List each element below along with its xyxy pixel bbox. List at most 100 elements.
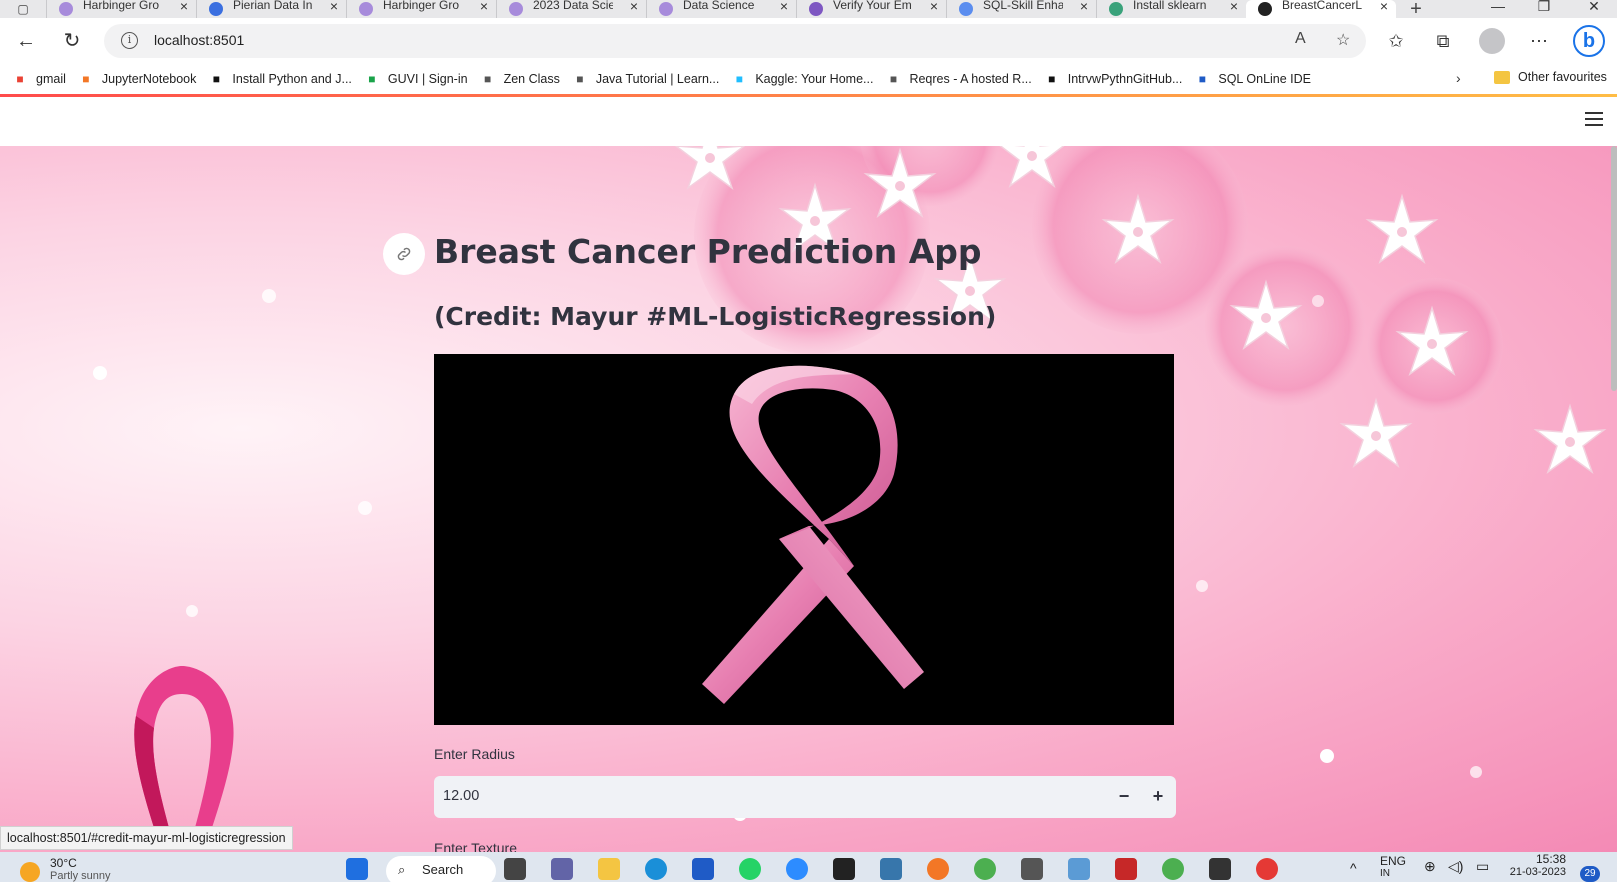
browser-tab[interactable]: BreastCancerL × (1246, 0, 1396, 18)
favorites-icon[interactable]: ✩ (1383, 28, 1409, 54)
address-url[interactable]: localhost:8501 (154, 32, 244, 48)
bookmark-item[interactable]: ■ Install Python and J... (208, 71, 352, 87)
cmd-icon[interactable] (1209, 858, 1231, 880)
tab-favicon-icon (509, 2, 523, 16)
video-icon: ■ (212, 72, 221, 86)
language-indicator[interactable]: ENG IN (1380, 854, 1406, 879)
tab-close-icon[interactable]: × (330, 0, 338, 13)
bookmark-label: Install Python and J... (232, 72, 352, 86)
weather-widget[interactable]: 30°C Partly sunny (20, 856, 111, 882)
new-tab-button[interactable]: + (1396, 0, 1436, 19)
radius-value[interactable]: 12.00 (443, 788, 479, 804)
decrement-button[interactable]: − (1108, 782, 1140, 812)
tab-close-icon[interactable]: × (780, 0, 788, 13)
app-window-icon[interactable] (1021, 858, 1043, 880)
radius-number-input[interactable]: 12.00 − + (434, 776, 1176, 818)
python-icon[interactable] (880, 858, 902, 880)
browser-tab[interactable]: Pierian Data In × (196, 0, 346, 18)
terminal-icon[interactable] (833, 858, 855, 880)
zoom-icon[interactable] (786, 858, 808, 880)
bookmark-item[interactable]: ■ GUVI | Sign-in (364, 71, 467, 87)
bookmarks-more-icon[interactable]: › (1456, 70, 1461, 86)
taskbar-search[interactable]: ⌕ Search (386, 856, 496, 882)
search-label: Search (422, 862, 464, 877)
bookmark-item[interactable]: ■ gmail (12, 71, 66, 87)
jupyter-app-icon[interactable] (927, 858, 949, 880)
anaconda-icon[interactable] (974, 858, 996, 880)
address-bar[interactable]: i localhost:8501 A ☆ (104, 24, 1366, 58)
browser-tab[interactable]: 2023 Data Scie × (496, 0, 646, 18)
gmail-icon: ■ (16, 72, 24, 86)
tab-close-icon[interactable]: × (1230, 0, 1238, 13)
tab-title: Pierian Data In (233, 0, 313, 12)
notification-badge[interactable]: 29 (1580, 866, 1600, 882)
site-info-icon[interactable]: i (121, 32, 138, 49)
anaconda-nav-icon[interactable] (1162, 858, 1184, 880)
chevron-up-icon[interactable]: ^ (1350, 860, 1357, 876)
bing-icon[interactable]: b (1573, 25, 1605, 57)
minimize-button[interactable]: — (1475, 0, 1521, 18)
page-icon: ■ (889, 72, 898, 86)
browser-tab[interactable]: Verify Your Em × (796, 0, 946, 18)
profile-avatar[interactable] (1479, 28, 1505, 54)
tab-title: Install sklearn (1133, 0, 1207, 12)
close-window-button[interactable]: ✕ (1571, 0, 1617, 18)
tab-title: Verify Your Em (833, 0, 912, 12)
tab-close-icon[interactable]: × (930, 0, 938, 13)
increment-button[interactable]: + (1142, 782, 1174, 812)
tab-close-icon[interactable]: × (1380, 0, 1388, 13)
git-app-icon[interactable] (1115, 858, 1137, 880)
network-icon[interactable]: ⊕ (1424, 858, 1436, 875)
main-menu-icon[interactable] (1585, 112, 1603, 126)
start-icon[interactable] (346, 858, 368, 880)
edge-icon[interactable] (645, 858, 667, 880)
bookmark-item[interactable]: ■ IntrvwPythnGitHub... (1044, 71, 1182, 87)
more-icon[interactable]: ⋯ (1526, 28, 1552, 54)
battery-icon[interactable]: ▭ (1476, 858, 1489, 875)
anchor-link-icon[interactable] (383, 233, 425, 275)
tab-close-icon[interactable]: × (180, 0, 188, 13)
browser-tab[interactable]: Install sklearn × (1096, 0, 1246, 18)
teams-icon[interactable] (551, 858, 573, 880)
volume-icon[interactable]: ◁) (1448, 858, 1463, 875)
bookmark-item[interactable]: ■ JupyterNotebook (78, 71, 197, 87)
bookmark-item[interactable]: ■ Reqres - A hosted R... (885, 71, 1032, 87)
bookmark-item[interactable]: ■ Java Tutorial | Learn... (572, 71, 719, 87)
lang-code: ENG (1380, 854, 1407, 868)
pink-ribbon-illustration (702, 365, 924, 704)
bookmark-item[interactable]: ■ SQL OnLine IDE (1194, 71, 1311, 87)
keyboard-app-icon[interactable] (1068, 858, 1090, 880)
file-explorer-icon[interactable] (598, 858, 620, 880)
page-scrollbar[interactable] (1611, 146, 1617, 391)
bookmark-label: JupyterNotebook (101, 72, 197, 86)
bookmark-item[interactable]: ■ Kaggle: Your Home... (731, 71, 874, 87)
tab-close-icon[interactable]: × (480, 0, 488, 13)
other-favourites[interactable]: Other favourites (1494, 70, 1607, 84)
clock[interactable]: 15:38 21-03-2023 (1508, 852, 1566, 878)
task-view-icon[interactable] (504, 858, 526, 880)
decorative-ribbon (134, 666, 234, 846)
bookmark-item[interactable]: ■ Zen Class (480, 71, 560, 87)
bookmark-label: Kaggle: Your Home... (755, 72, 874, 86)
ribbon-image (434, 354, 1174, 725)
whatsapp-icon[interactable] (739, 858, 761, 880)
credit-heading: (Credit: Mayur #ML-LogisticRegression) (434, 302, 997, 331)
refresh-icon[interactable]: ↻ (60, 29, 84, 53)
browser-tab[interactable]: SQL-Skill Enha × (946, 0, 1096, 18)
back-icon[interactable]: ← (14, 29, 38, 53)
read-aloud-icon[interactable]: A (1295, 30, 1306, 48)
restore-button[interactable]: ❐ (1521, 0, 1567, 18)
tab-title: Harbinger Gro (383, 0, 460, 12)
store-icon[interactable] (692, 858, 714, 880)
tab-actions-icon[interactable]: ▢ (0, 0, 46, 18)
tab-close-icon[interactable]: × (1080, 0, 1088, 13)
recorder-icon[interactable] (1256, 858, 1278, 880)
browser-tab[interactable]: Harbinger Gro × (346, 0, 496, 18)
collections-icon[interactable]: ⧉ (1430, 28, 1456, 54)
add-favorite-icon[interactable]: ☆ (1336, 30, 1350, 50)
tab-close-icon[interactable]: × (630, 0, 638, 13)
browser-tab[interactable]: Data Science × (646, 0, 796, 18)
page-title: Breast Cancer Prediction App (434, 232, 982, 271)
browser-tab[interactable]: Harbinger Gro × (46, 0, 196, 18)
radius-label: Enter Radius (434, 746, 515, 762)
